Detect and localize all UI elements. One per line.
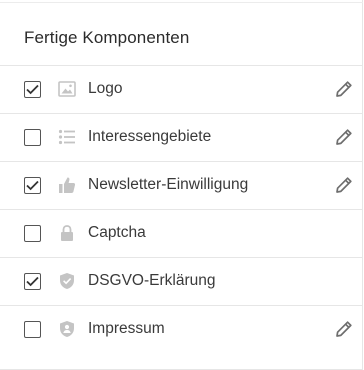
list-item-label: Impressum [88,320,165,337]
dsgvo-checkbox[interactable] [24,273,41,290]
edit-pencil-icon[interactable] [334,79,354,99]
list-item-label: Interessengebiete [88,128,212,145]
list-icon [57,127,77,147]
edit-pencil-icon[interactable] [334,175,354,195]
impressum-checkbox[interactable] [24,321,41,338]
list-item-label: DSGVO-Erklärung [88,272,216,289]
checkmark-icon [26,276,39,287]
top-divider [0,2,363,3]
list-item-captcha: Captcha [0,209,363,257]
list-item-label: Logo [88,80,123,97]
shield-person-icon [57,319,77,339]
captcha-checkbox[interactable] [24,225,41,242]
list-item-newsletter: Newsletter-Einwilligung [0,161,363,209]
lock-icon [57,223,77,243]
list-item-label: Newsletter-Einwilligung [88,176,249,193]
newsletter-checkbox[interactable] [24,177,41,194]
component-list: Logo Interessengebiete Newsletter-Einwil… [0,65,363,353]
list-item-dsgvo: DSGVO-Erklärung [0,257,363,305]
image-icon [57,79,77,99]
checkmark-icon [26,84,39,95]
list-item-impressum: Impressum [0,305,363,353]
list-item-logo: Logo [0,65,363,113]
shield-check-icon [57,271,77,291]
interessengebiete-checkbox[interactable] [24,129,41,146]
list-item-interessengebiete: Interessengebiete [0,113,363,161]
logo-checkbox[interactable] [24,81,41,98]
list-item-label: Captcha [88,224,146,241]
panel-title: Fertige Komponenten [24,28,190,47]
edit-pencil-icon[interactable] [334,319,354,339]
thumbs-up-icon [57,175,77,195]
edit-pencil-icon[interactable] [334,127,354,147]
components-panel: Fertige Komponenten Logo Interessengebie… [0,0,363,370]
checkmark-icon [26,180,39,191]
